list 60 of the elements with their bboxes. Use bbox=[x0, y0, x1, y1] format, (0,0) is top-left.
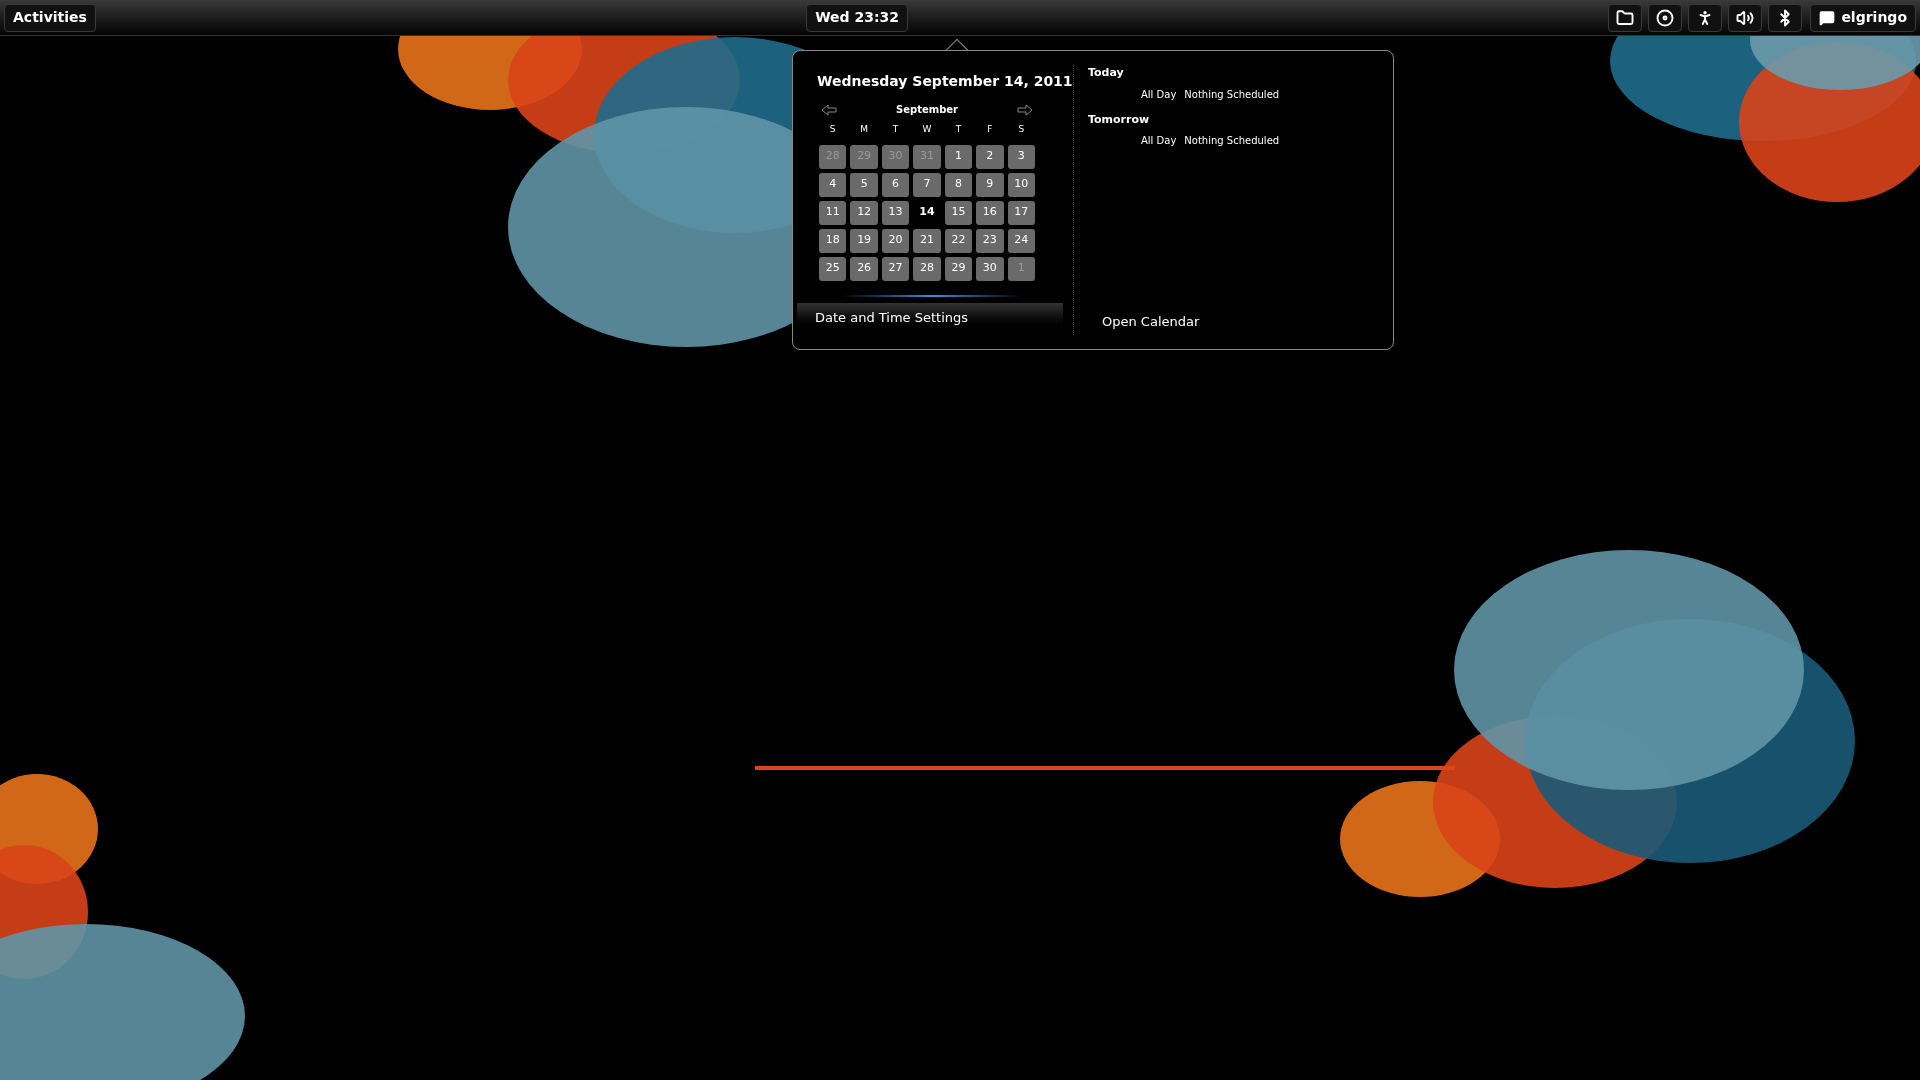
calendar-day[interactable]: 19 bbox=[850, 228, 878, 253]
calendar-day[interactable]: 26 bbox=[850, 256, 878, 281]
weekday-label: S bbox=[828, 123, 837, 136]
open-calendar-button[interactable]: Open Calendar bbox=[1102, 311, 1200, 331]
activities-button[interactable]: Activities bbox=[4, 3, 96, 32]
month-label: September bbox=[896, 103, 958, 117]
calendar-day[interactable]: 14 bbox=[913, 200, 941, 225]
disc-button[interactable] bbox=[1648, 3, 1683, 32]
day-heading: Tomorrow bbox=[1088, 111, 1151, 128]
accessibility-button[interactable] bbox=[1688, 3, 1723, 32]
calendar-day[interactable]: 15 bbox=[944, 200, 973, 225]
volume-icon bbox=[1736, 8, 1755, 27]
calendar-day[interactable]: 6 bbox=[881, 172, 910, 197]
calendar-day[interactable]: 13 bbox=[881, 200, 910, 225]
calendar-day[interactable]: 28 bbox=[913, 256, 941, 281]
weekday-label: F bbox=[986, 123, 994, 136]
calendar-day[interactable]: 17 bbox=[1007, 200, 1035, 225]
calendar-day[interactable]: 5 bbox=[850, 172, 878, 197]
calendar-day[interactable]: 1 bbox=[944, 144, 973, 169]
calendar-day[interactable]: 7 bbox=[913, 172, 941, 197]
volume-button[interactable] bbox=[1728, 3, 1763, 32]
arrow-left-icon[interactable] bbox=[821, 103, 837, 116]
folder-button[interactable] bbox=[1608, 3, 1643, 32]
calendar-day[interactable]: 27 bbox=[881, 256, 910, 281]
calendar-day[interactable]: 21 bbox=[913, 228, 941, 253]
chat-icon bbox=[1819, 9, 1836, 26]
clock-button[interactable]: Wed 23:32 bbox=[806, 3, 909, 32]
calendar-day[interactable]: 4 bbox=[819, 172, 847, 197]
calendar-day[interactable]: 10 bbox=[1007, 172, 1035, 197]
calendar-day[interactable]: 9 bbox=[976, 172, 1004, 197]
weekday-label: M bbox=[859, 123, 869, 136]
calendar-day[interactable]: 12 bbox=[850, 200, 878, 225]
calendar-day[interactable]: 22 bbox=[944, 228, 973, 253]
event-time: All Day bbox=[1141, 134, 1177, 148]
calendar-day[interactable]: 2 bbox=[976, 144, 1004, 169]
weekday-label: T bbox=[891, 123, 900, 136]
day-heading: Today bbox=[1088, 65, 1125, 81]
disc-icon bbox=[1656, 8, 1675, 27]
calendar-day[interactable]: 16 bbox=[976, 200, 1004, 225]
calendar-day[interactable]: 8 bbox=[944, 172, 973, 197]
bluetooth-button[interactable] bbox=[1768, 3, 1803, 32]
calendar-day[interactable]: 20 bbox=[881, 228, 910, 253]
event-time: All Day bbox=[1141, 87, 1177, 102]
event-text: Nothing Scheduled bbox=[1184, 134, 1280, 148]
weekday-label: W bbox=[921, 123, 933, 136]
calendar-day[interactable]: 3 bbox=[1007, 144, 1035, 169]
calendar-day[interactable]: 29 bbox=[944, 256, 973, 281]
event-text: Nothing Scheduled bbox=[1184, 87, 1280, 102]
user-menu-button[interactable]: elgringo bbox=[1810, 3, 1916, 32]
calendar-day[interactable]: 24 bbox=[1007, 228, 1035, 253]
weekday-label: S bbox=[1017, 123, 1026, 136]
calendar-day[interactable]: 18 bbox=[819, 228, 847, 253]
calendar-day[interactable]: 23 bbox=[976, 228, 1004, 253]
date-title: Wednesday September 14, 2011 bbox=[817, 72, 1073, 91]
arrow-right-icon[interactable] bbox=[1017, 103, 1033, 116]
calendar-day[interactable]: 30 bbox=[976, 256, 1004, 281]
weekday-label: T bbox=[954, 123, 963, 136]
calendar-day[interactable]: 25 bbox=[819, 256, 847, 281]
folder-icon bbox=[1616, 8, 1635, 27]
calendar-day[interactable]: 11 bbox=[819, 200, 847, 225]
